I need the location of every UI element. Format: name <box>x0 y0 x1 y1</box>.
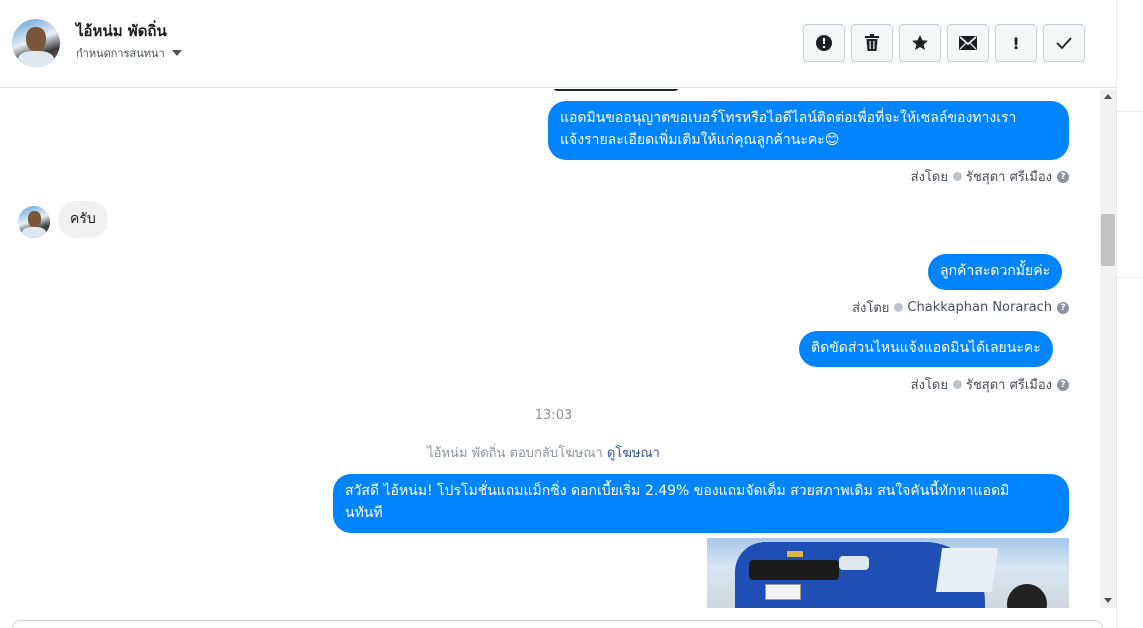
outgoing-message[interactable]: สวัสดี ไอ้หน่ม! โปรโมชั่นแถมแม็กซิ่ง ดอก… <box>333 474 1069 533</box>
ad-reply-text: ไอ้หน่ม พัดถิ่น ตอบกลับโฆษณา <box>427 446 603 461</box>
mark-spam-button[interactable] <box>803 24 845 62</box>
message-composer[interactable] <box>12 620 1103 628</box>
ad-reply-note: ไอ้หน่ม พัดถิ่น ตอบกลับโฆษณา ดูโฆษณา <box>0 442 1087 463</box>
delete-button[interactable] <box>851 24 893 62</box>
message-text-line: นทันที <box>345 505 383 521</box>
sent-by-label: ส่งโดย <box>910 170 948 185</box>
message-text-line: แจ้งรายละเอียดเพิ่มเติมให้แก่คุณลูกค้านะ… <box>560 132 840 148</box>
avatar-shirt <box>18 51 54 67</box>
verified-icon <box>952 380 962 389</box>
car-decal <box>935 548 999 592</box>
message-text: ครับ <box>70 211 96 227</box>
conversation-toolbar: ! <box>803 24 1085 62</box>
sent-by-info: ส่งโดย Chakkaphan Norarach ? <box>852 297 1069 318</box>
thread-scrollbar[interactable] <box>1100 89 1116 608</box>
message-text-line: แอดมินขออนุญาตขอเบอร์โทรหรือไอดีไลน์ติดต… <box>560 110 1017 126</box>
exclamation-circle-icon <box>816 35 832 51</box>
help-icon[interactable]: ? <box>1057 170 1069 183</box>
trash-icon <box>865 34 879 51</box>
envelope-icon <box>959 36 977 50</box>
mark-important-button[interactable]: ! <box>995 24 1037 62</box>
message-thread: แอดมินขออนุญาตขอเบอร์โทรหรือไอดีไลน์ติดต… <box>0 89 1100 608</box>
star-button[interactable] <box>899 24 941 62</box>
panel-divider <box>1117 277 1143 278</box>
sent-by-label: ส่งโดย <box>852 301 890 316</box>
conversation-header: ไอ้หน่ม พัดถิ่น กำหนดการสนทนา ! <box>0 0 1116 88</box>
outgoing-message[interactable]: ลูกค้าสะดวกมั้ยค่ะ <box>928 254 1063 290</box>
car-wheel <box>1007 584 1047 608</box>
verified-icon <box>952 172 962 181</box>
panel-divider <box>1117 111 1143 112</box>
scroll-thumb[interactable] <box>1101 214 1115 266</box>
car-image-attachment[interactable] <box>707 538 1069 608</box>
contact-avatar-small[interactable] <box>18 206 50 238</box>
car-headlight <box>839 556 869 570</box>
car-logo <box>787 551 803 557</box>
assign-conversation-label: กำหนดการสนทนา <box>76 47 165 60</box>
outgoing-message[interactable]: ติดขัดส่วนไหนแจ้งแอดมินได้เลยนะคะ <box>799 331 1053 367</box>
scroll-up-icon[interactable] <box>1104 94 1112 99</box>
car-grille <box>749 560 839 580</box>
verified-icon <box>894 303 904 312</box>
outgoing-message[interactable]: แอดมินขออนุญาตขอเบอร์โทรหรือไอดีไลน์ติดต… <box>548 101 1069 160</box>
avatar-face <box>28 211 41 227</box>
contact-avatar[interactable] <box>12 19 60 67</box>
mark-unread-button[interactable] <box>947 24 989 62</box>
avatar-shirt <box>22 227 46 238</box>
incoming-message[interactable]: ครับ <box>58 201 108 238</box>
sent-by-label: ส่งโดย <box>910 378 948 393</box>
help-icon[interactable]: ? <box>1057 301 1069 314</box>
car-plate <box>765 584 801 600</box>
agent-name[interactable]: Chakkaphan Norarach <box>907 300 1052 315</box>
sent-by-info: ส่งโดย รัชสุดา ศรีเมือง ? <box>911 166 1069 187</box>
sent-by-info: ส่งโดย รัชสุดา ศรีเมือง ? <box>911 374 1069 395</box>
avatar-face <box>26 27 46 51</box>
agent-name[interactable]: รัชสุดา ศรีเมือง <box>966 374 1052 395</box>
check-icon <box>1056 37 1072 49</box>
mark-done-button[interactable] <box>1043 24 1085 62</box>
caret-down-icon <box>171 50 182 56</box>
agent-name[interactable]: รัชสุดา ศรีเมือง <box>966 166 1052 187</box>
contact-name[interactable]: ไอ้หน่ม พัดถิ่น <box>76 19 167 43</box>
scroll-down-icon[interactable] <box>1104 598 1112 603</box>
message-text: ติดขัดส่วนไหนแจ้งแอดมินได้เลยนะคะ <box>811 340 1041 356</box>
message-text-line: สวัสดี ไอ้หน่ม! โปรโมชั่นแถมแม็กซิ่ง ดอก… <box>345 483 1010 499</box>
right-info-panel <box>1116 0 1143 628</box>
star-icon <box>912 35 928 50</box>
view-ad-link[interactable]: ดูโฆษณา <box>607 446 660 461</box>
help-icon[interactable]: ? <box>1057 378 1069 391</box>
time-separator: 13:03 <box>534 408 573 423</box>
previous-image-attachment[interactable] <box>552 89 680 91</box>
assign-conversation-dropdown[interactable]: กำหนดการสนทนา <box>76 44 182 62</box>
message-text: ลูกค้าสะดวกมั้ยค่ะ <box>940 263 1051 279</box>
